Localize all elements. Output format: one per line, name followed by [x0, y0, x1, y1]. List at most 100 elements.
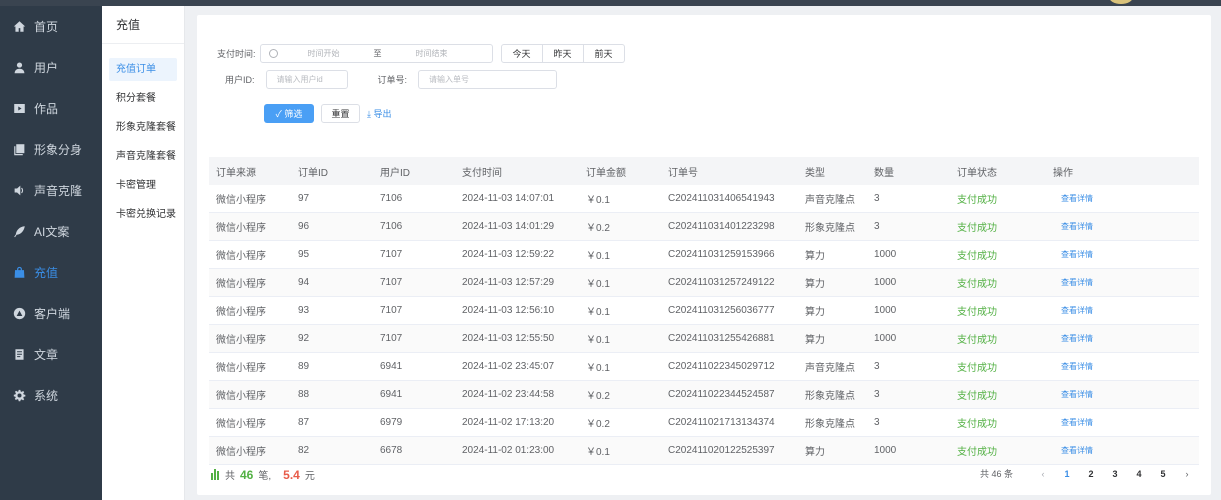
date-range-picker[interactable]: 时间开始 至 时间结束: [259, 44, 493, 63]
user-order-row: 用户ID: 订单号:: [225, 70, 558, 89]
sub-sidebar-item[interactable]: 声音克隆套餐: [102, 145, 184, 174]
table-row: 微信小程序 95 7107 2024-11-03 12:59:22 ￥0.1 C20241…: [209, 241, 1199, 269]
table-cell: 92: [298, 333, 310, 344]
sidebar-item-label: 声音克隆: [34, 184, 83, 198]
page-number[interactable]: 2: [1079, 469, 1103, 479]
table-cell: ￥0.2: [586, 223, 610, 234]
sub-sidebar-item-label: 积分套餐: [116, 93, 156, 104]
day-before-button[interactable]: 前天: [583, 44, 625, 63]
table-cell: 7107: [380, 333, 403, 344]
table-cell: 算力: [805, 307, 825, 318]
table-cell: 查看详情: [1046, 305, 1196, 316]
sidebar-item-8[interactable]: 文章: [0, 334, 102, 375]
order-no-input[interactable]: [418, 70, 558, 89]
table-cell: 93: [298, 305, 310, 316]
table-cell: 声音克隆点: [805, 195, 855, 206]
table-cell: 查看详情: [1046, 333, 1196, 344]
sub-sidebar-item[interactable]: 卡密管理: [102, 174, 184, 203]
summary-amount-unit: 元: [304, 471, 315, 482]
sub-sidebar-item[interactable]: 形象克隆套餐: [102, 116, 184, 145]
view-detail-link[interactable]: 查看详情: [1053, 446, 1093, 455]
sidebar-item-4[interactable]: 声音克隆: [0, 170, 102, 211]
table-cell: 1000: [874, 445, 897, 456]
table-row: 微信小程序 82 6678 2024-11-02 01:23:00 ￥0.1 C20241…: [209, 437, 1199, 465]
summary-count: 46: [240, 467, 254, 482]
table-cell: 87: [298, 417, 310, 428]
pay-time-label: 支付时间:: [217, 49, 256, 59]
table-cell: 2024-11-02 23:45:07: [462, 361, 555, 372]
start-time-placeholder[interactable]: 时间开始: [308, 48, 340, 59]
table-cell: 6941: [380, 389, 403, 400]
table-cell: 2024-11-03 14:07:01: [462, 193, 555, 204]
table-cell: 微信小程序: [216, 195, 266, 206]
next-page-icon[interactable]: ›: [1175, 469, 1199, 479]
column-header: 用户ID: [380, 167, 410, 179]
sub-sidebar-item[interactable]: 充值订单: [102, 58, 184, 87]
sidebar-item-label: 文章: [34, 348, 59, 362]
column-header: 订单金额: [586, 167, 626, 179]
sidebar-item-7[interactable]: 客户端: [0, 293, 102, 334]
sidebar-item-2[interactable]: 作品: [0, 88, 102, 129]
view-detail-link[interactable]: 查看详情: [1053, 334, 1093, 343]
sidebar-item-label: AI文案: [34, 225, 70, 239]
table-cell: C202411031401223298: [668, 221, 775, 232]
view-detail-link[interactable]: 查看详情: [1053, 306, 1093, 315]
table-cell: 7106: [380, 221, 403, 232]
gear-icon: [12, 389, 26, 403]
end-time-placeholder[interactable]: 时间结束: [416, 48, 448, 59]
table-cell: ￥0.2: [586, 391, 610, 402]
table-cell: 微信小程序: [216, 447, 266, 458]
table-cell: 3: [874, 193, 880, 204]
main-sidebar: 首页用户作品 形象分身声音克隆 AI文案充值客户端文章系统: [0, 6, 102, 500]
sidebar-item-0[interactable]: 首页: [0, 6, 102, 47]
column-header: 数量: [874, 167, 894, 179]
page-number[interactable]: 1: [1055, 469, 1079, 479]
sidebar-item-9[interactable]: 系统: [0, 375, 102, 416]
page-number[interactable]: 5: [1151, 469, 1175, 479]
table-cell: ￥0.1: [586, 251, 610, 262]
status-badge: 支付成功: [957, 335, 997, 346]
column-header: 支付时间: [462, 167, 502, 179]
table-cell: 3: [874, 221, 880, 232]
status-badge: 支付成功: [957, 307, 997, 318]
sidebar-item-6[interactable]: 充值: [0, 252, 102, 293]
column-header: 操作: [1053, 167, 1073, 179]
filter-button[interactable]: ✓ 筛选: [264, 104, 314, 123]
table-cell: 1000: [874, 249, 897, 260]
export-button[interactable]: ⤓ 导出: [367, 104, 391, 123]
reset-button[interactable]: 重置: [321, 104, 360, 123]
table-cell: 7107: [380, 277, 403, 288]
sidebar-item-label: 客户端: [34, 307, 71, 321]
view-detail-link[interactable]: 查看详情: [1053, 418, 1093, 427]
table-cell: C202411031257249122: [668, 277, 775, 288]
view-detail-link[interactable]: 查看详情: [1053, 222, 1093, 231]
sub-sidebar-item[interactable]: 积分套餐: [102, 87, 184, 116]
sidebar-item-label: 用户: [34, 61, 59, 75]
yesterday-button[interactable]: 昨天: [542, 44, 584, 63]
page-number[interactable]: 3: [1103, 469, 1127, 479]
user-id-input[interactable]: [265, 70, 348, 89]
order-no-label: 订单号:: [377, 75, 408, 85]
sub-sidebar-item-label: 声音克隆套餐: [116, 151, 176, 162]
column-header: 类型: [805, 167, 825, 179]
table-cell: 微信小程序: [216, 363, 266, 374]
sidebar-item-1[interactable]: 用户: [0, 47, 102, 88]
table-cell: 95: [298, 249, 310, 260]
view-detail-link[interactable]: 查看详情: [1053, 362, 1093, 371]
prev-page-icon[interactable]: ‹: [1031, 469, 1055, 479]
table-cell: 查看详情: [1046, 193, 1196, 204]
sidebar-item-3[interactable]: 形象分身: [0, 129, 102, 170]
table-cell: C202411022345029712: [668, 361, 775, 372]
sub-sidebar-item[interactable]: 卡密兑换记录: [102, 203, 184, 232]
pagination: 共 46 条 ‹ 12345 ›: [980, 467, 1199, 480]
view-detail-link[interactable]: 查看详情: [1053, 194, 1093, 203]
view-detail-link[interactable]: 查看详情: [1053, 250, 1093, 259]
avatar[interactable]: [1109, 0, 1133, 4]
view-detail-link[interactable]: 查看详情: [1053, 390, 1093, 399]
video-icon: [12, 102, 26, 116]
user-icon: [12, 61, 26, 75]
page-number[interactable]: 4: [1127, 469, 1151, 479]
view-detail-link[interactable]: 查看详情: [1053, 278, 1093, 287]
today-button[interactable]: 今天: [500, 44, 543, 63]
sidebar-item-5[interactable]: AI文案: [0, 211, 102, 252]
